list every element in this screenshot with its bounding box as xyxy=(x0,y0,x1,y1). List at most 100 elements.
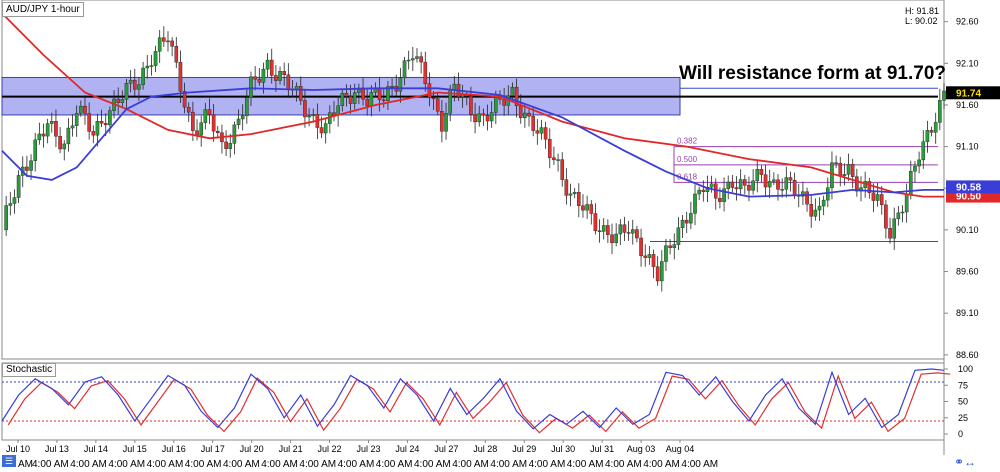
candle-body xyxy=(481,113,486,116)
candle-body xyxy=(784,177,789,190)
candle-body xyxy=(16,175,21,198)
candle-body xyxy=(431,97,436,100)
candle-body xyxy=(780,189,784,191)
candle-body xyxy=(74,112,79,126)
candle-body xyxy=(265,59,270,70)
x-date-label: Jul 20 xyxy=(240,444,264,454)
x-time-label: 4:00 AM xyxy=(223,459,260,470)
candle-body xyxy=(581,205,585,211)
y-tick-label: 91.60 xyxy=(956,100,979,110)
candle-body xyxy=(116,98,120,103)
candle-body xyxy=(589,204,594,214)
x-time-prefix: AM xyxy=(18,459,33,470)
candle-body xyxy=(37,133,42,141)
candle-body xyxy=(298,86,303,101)
candle-body xyxy=(344,92,349,97)
x-time-label: 4:00 AM xyxy=(32,459,69,470)
candle-body xyxy=(668,245,672,248)
candle-body xyxy=(552,157,556,161)
x-time-label: 4:00 AM xyxy=(605,459,642,470)
candle-body xyxy=(763,174,768,188)
candle-body xyxy=(207,109,212,115)
candle-body xyxy=(286,74,291,90)
candle-body xyxy=(398,77,403,92)
candle-body xyxy=(124,83,129,100)
candle-body xyxy=(726,181,731,189)
candle-body xyxy=(245,97,249,117)
candle-body xyxy=(709,183,714,188)
y-tick-label: 89.60 xyxy=(956,267,979,277)
candle-body xyxy=(838,162,843,176)
candle-body xyxy=(79,105,83,114)
candle-body xyxy=(336,105,340,116)
candle-body xyxy=(805,191,809,205)
candle-body xyxy=(846,164,851,175)
candle-body xyxy=(186,106,191,113)
candle-body xyxy=(261,68,266,83)
candle-body xyxy=(215,130,220,133)
candle-body xyxy=(888,228,892,239)
stoch-tick-label: 75 xyxy=(958,380,968,390)
candle-body xyxy=(415,56,419,59)
candle-body xyxy=(610,234,614,243)
candle-body xyxy=(879,194,884,206)
candle-body xyxy=(12,197,17,204)
candle-body xyxy=(593,213,598,231)
x-date-label: Jul 15 xyxy=(123,444,147,454)
candle-body xyxy=(680,219,685,228)
candle-body xyxy=(630,229,635,234)
x-date-label: Jul 28 xyxy=(473,444,497,454)
candle-body xyxy=(921,141,926,161)
candle-body xyxy=(228,143,233,149)
candle-body xyxy=(232,124,237,144)
candle-body xyxy=(153,51,158,66)
settings-icon[interactable]: ☰ xyxy=(2,455,16,467)
candle-body xyxy=(568,193,573,196)
candle-body xyxy=(236,118,241,126)
candle-body xyxy=(892,218,897,239)
candle-body xyxy=(128,79,133,84)
candle-body xyxy=(199,122,203,136)
candle-body xyxy=(70,125,75,129)
candle-body xyxy=(697,189,701,195)
chart-tools-icon[interactable]: ⚭↔ xyxy=(954,455,976,469)
x-date-label: Jul 23 xyxy=(356,444,380,454)
x-date-label: Jul 24 xyxy=(395,444,419,454)
candle-body xyxy=(473,114,477,123)
x-date-label: Jul 31 xyxy=(590,444,614,454)
candle-body xyxy=(751,180,755,191)
y-tick-label: 91.10 xyxy=(956,142,979,152)
candle-body xyxy=(369,92,374,107)
candle-body xyxy=(311,114,316,117)
candle-body xyxy=(767,181,772,188)
candle-body xyxy=(518,105,523,119)
candle-body xyxy=(730,181,735,188)
price-tag-current-text: 91.74 xyxy=(956,88,981,99)
candle-body xyxy=(120,99,125,103)
stochastic-label: Stochastic xyxy=(2,363,57,377)
candle-body xyxy=(411,58,415,61)
candle-body xyxy=(406,59,411,62)
candle-body xyxy=(547,138,552,158)
x-date-label: Jul 10 xyxy=(6,444,30,454)
candle-body xyxy=(660,261,664,282)
candle-body xyxy=(676,227,681,245)
candle-body xyxy=(274,75,278,81)
candle-body xyxy=(253,76,257,80)
candle-body xyxy=(535,130,540,134)
candle-body xyxy=(33,139,37,162)
candle-body xyxy=(693,193,697,214)
x-time-label: 4:00 AM xyxy=(147,459,184,470)
x-time-label: 4:00 AM xyxy=(681,459,718,470)
candle-body xyxy=(925,130,930,142)
candle-body xyxy=(423,61,428,84)
candle-body xyxy=(523,112,527,119)
candle-body xyxy=(850,164,855,177)
candle-body xyxy=(626,232,631,234)
candle-body xyxy=(738,179,743,190)
candle-body xyxy=(942,90,946,101)
candle-body xyxy=(83,105,87,114)
x-time-label: 4:00 AM xyxy=(567,459,604,470)
low-label: L: 90.02 xyxy=(905,16,938,26)
candle-body xyxy=(684,219,689,224)
